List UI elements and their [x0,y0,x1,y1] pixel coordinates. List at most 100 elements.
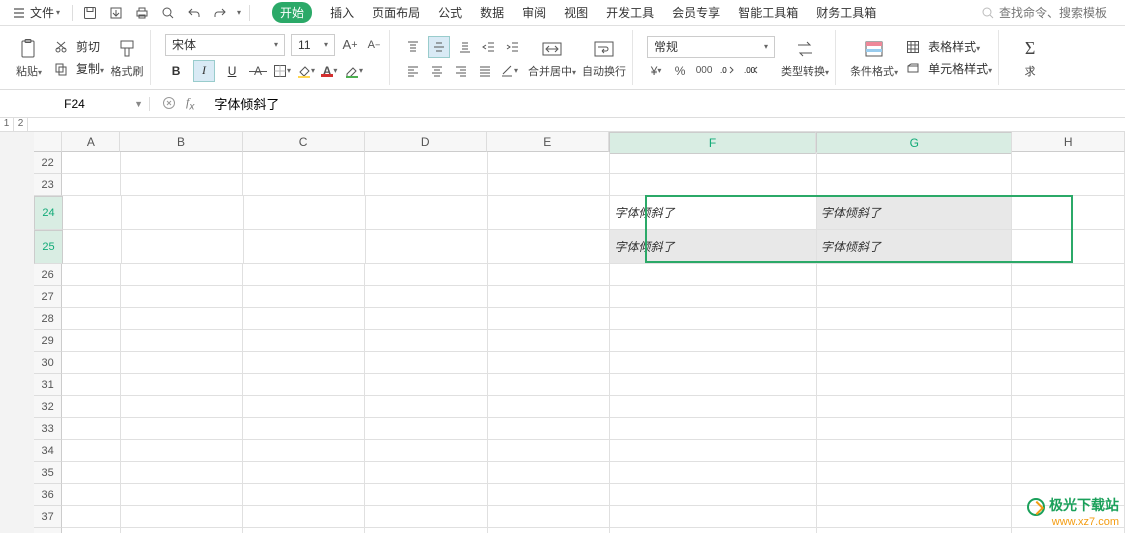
cell-D35[interactable] [365,462,487,484]
cell-G38[interactable] [817,528,1012,533]
cell-F23[interactable] [610,174,817,196]
cell-C37[interactable] [243,506,365,528]
fx-icon[interactable]: fx [186,95,194,112]
col-header-C[interactable]: C [243,132,365,152]
cell-H22[interactable] [1012,152,1125,174]
row-header-31[interactable]: 31 [34,374,62,396]
cell-H25[interactable] [1012,230,1125,264]
cell-C31[interactable] [243,374,365,396]
qat-more-icon[interactable]: ▾ [237,8,241,17]
cell-B38[interactable] [121,528,243,533]
cell-A38[interactable] [62,528,121,533]
cell-F27[interactable] [610,286,817,308]
cell-H23[interactable] [1012,174,1125,196]
tab-smarttools[interactable]: 智能工具箱 [738,4,798,21]
font-size-select[interactable]: 11▾ [291,34,335,56]
cell-F28[interactable] [610,308,817,330]
cell-A34[interactable] [62,440,121,462]
cell-A29[interactable] [62,330,121,352]
cancel-icon[interactable] [162,96,176,110]
cell-B25[interactable] [122,230,244,264]
cell-C34[interactable] [243,440,365,462]
row-header-24[interactable]: 24 [34,196,63,230]
cell-E28[interactable] [488,308,610,330]
cell-D26[interactable] [365,264,487,286]
cell-F31[interactable] [610,374,817,396]
cell-G24[interactable]: 字体倾斜了 [817,196,1012,230]
cell-H24[interactable] [1012,196,1125,230]
cell-C26[interactable] [243,264,365,286]
cell-F26[interactable] [610,264,817,286]
undo-icon[interactable] [185,4,203,22]
cell-D37[interactable] [365,506,487,528]
cell-C29[interactable] [243,330,365,352]
cell-C30[interactable] [243,352,365,374]
cell-H31[interactable] [1012,374,1125,396]
cell-G33[interactable] [817,418,1012,440]
cell-A28[interactable] [62,308,121,330]
col-header-B[interactable]: B [120,132,242,152]
cell-G36[interactable] [817,484,1012,506]
cell-E38[interactable] [488,528,610,533]
cell-B34[interactable] [121,440,243,462]
cell-B30[interactable] [121,352,243,374]
cell-H27[interactable] [1012,286,1125,308]
cell-D25[interactable] [366,230,488,264]
print-icon[interactable] [133,4,151,22]
cell-A31[interactable] [62,374,121,396]
align-middle-icon[interactable] [428,36,450,58]
cell-style-button[interactable]: 单元格样式▾ [904,60,992,78]
row-header-26[interactable]: 26 [34,264,62,286]
cell-B27[interactable] [121,286,243,308]
cell-G25[interactable]: 字体倾斜了 [817,230,1012,264]
cell-C33[interactable] [243,418,365,440]
cell-G23[interactable] [817,174,1012,196]
paste-button[interactable]: 粘贴▾ [12,37,46,79]
cell-E36[interactable] [488,484,610,506]
font-color-button[interactable]: A▾ [321,62,339,80]
cell-E29[interactable] [488,330,610,352]
cell-B26[interactable] [121,264,243,286]
row-header-30[interactable]: 30 [34,352,62,374]
cell-E32[interactable] [488,396,610,418]
merge-center-button[interactable]: 合并居中▾ [528,37,576,79]
cell-F37[interactable] [610,506,817,528]
cell-F38[interactable] [610,528,817,533]
table-style-button[interactable]: 表格样式▾ [904,38,992,56]
cell-D27[interactable] [365,286,487,308]
cell-D36[interactable] [365,484,487,506]
cell-H28[interactable] [1012,308,1125,330]
cell-B37[interactable] [121,506,243,528]
cell-G26[interactable] [817,264,1012,286]
cell-A22[interactable] [62,152,121,174]
row-header-29[interactable]: 29 [34,330,62,352]
name-box-input[interactable] [25,97,125,111]
cell-H35[interactable] [1012,462,1125,484]
decrease-decimal-icon[interactable]: .00 [743,62,761,80]
cell-D30[interactable] [365,352,487,374]
cell-D22[interactable] [365,152,487,174]
chevron-down-icon[interactable]: ▼ [134,99,143,109]
tab-view[interactable]: 视图 [564,4,588,21]
cell-C38[interactable] [243,528,365,533]
cell-F36[interactable] [610,484,817,506]
cell-F32[interactable] [610,396,817,418]
comma-icon[interactable]: 000 [695,62,713,80]
cell-F30[interactable] [610,352,817,374]
tab-start[interactable]: 开始 [272,2,312,23]
row-header-32[interactable]: 32 [34,396,62,418]
row-header-33[interactable]: 33 [34,418,62,440]
cell-A37[interactable] [62,506,121,528]
cell-G34[interactable] [817,440,1012,462]
command-search[interactable] [981,6,1119,20]
cell-E27[interactable] [488,286,610,308]
cell-C22[interactable] [243,152,365,174]
cell-B24[interactable] [122,196,244,230]
col-header-D[interactable]: D [365,132,487,152]
wrap-text-button[interactable]: 自动换行 [582,37,626,79]
tab-developer[interactable]: 开发工具 [606,4,654,21]
cell-F34[interactable] [610,440,817,462]
cell-B36[interactable] [121,484,243,506]
col-header-H[interactable]: H [1012,132,1125,152]
align-left-icon[interactable] [404,62,422,80]
